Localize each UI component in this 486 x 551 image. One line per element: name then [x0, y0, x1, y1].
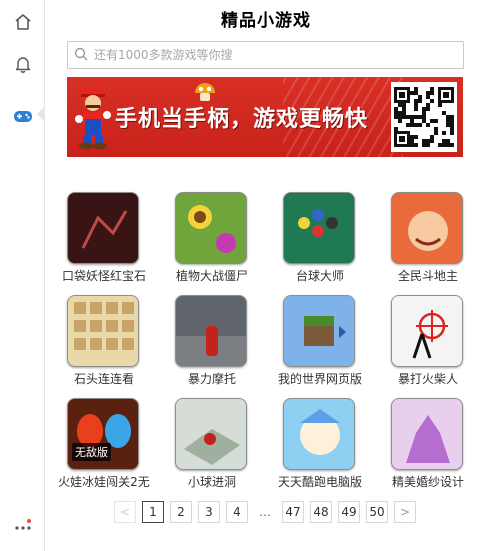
game-icon[interactable]: [175, 192, 247, 264]
main-content: 精品小游戏 手机当: [46, 0, 486, 551]
game-tile[interactable]: 暴力摩托: [154, 293, 264, 393]
game-tile[interactable]: 全民斗地主: [370, 190, 480, 290]
game-tile[interactable]: 精美婚纱设计: [370, 396, 480, 496]
next-page-button[interactable]: >: [394, 501, 416, 523]
bell-icon: [14, 55, 32, 73]
game-icon[interactable]: 无敌版: [67, 398, 139, 470]
promo-banner[interactable]: 手机当手柄，游戏更畅快: [67, 77, 463, 157]
search-icon: [74, 46, 88, 65]
prev-page-button[interactable]: <: [114, 501, 136, 523]
game-icon[interactable]: [67, 192, 139, 264]
page-button-1[interactable]: 1: [142, 501, 164, 523]
banner-text: 手机当手柄，游戏更畅快: [115, 107, 369, 132]
game-tile[interactable]: 植物大战僵尸: [154, 190, 264, 290]
game-icon[interactable]: [175, 295, 247, 367]
game-tile[interactable]: 暴打火柴人: [370, 293, 480, 393]
page-button-4[interactable]: 4: [226, 501, 248, 523]
search-box[interactable]: [67, 41, 464, 69]
game-icon[interactable]: [175, 398, 247, 470]
game-name[interactable]: 火娃冰娃闯关2无: [46, 473, 162, 490]
game-name[interactable]: 植物大战僵尸: [154, 267, 270, 284]
game-icon[interactable]: [283, 398, 355, 470]
game-tile[interactable]: 口袋妖怪红宝石: [46, 190, 156, 290]
game-icon[interactable]: [283, 295, 355, 367]
game-icon[interactable]: [67, 295, 139, 367]
game-name[interactable]: 小球进洞: [154, 473, 270, 490]
notification-dot: [27, 519, 31, 523]
game-name[interactable]: 石头连连看: [46, 370, 162, 387]
game-tile[interactable]: 石头连连看: [46, 293, 156, 393]
game-tile[interactable]: 无敌版 火娃冰娃闯关2无: [46, 396, 156, 496]
game-tile[interactable]: 天天酷跑电脑版: [262, 396, 372, 496]
gamepad-icon: [13, 108, 33, 124]
search-input[interactable]: [94, 48, 454, 62]
game-badge: 无敌版: [72, 443, 111, 461]
game-name[interactable]: 我的世界网页版: [262, 370, 378, 387]
game-icon[interactable]: [283, 192, 355, 264]
sidebar: [0, 0, 45, 551]
more-icon: [14, 525, 32, 531]
qr-code-icon: [391, 82, 457, 152]
page-button-47[interactable]: 47: [282, 501, 304, 523]
page-button-49[interactable]: 49: [338, 501, 360, 523]
home-icon: [14, 13, 32, 31]
game-name[interactable]: 全民斗地主: [370, 267, 486, 284]
game-name[interactable]: 台球大师: [262, 267, 378, 284]
game-name[interactable]: 暴打火柴人: [370, 370, 486, 387]
more-button[interactable]: [0, 508, 45, 548]
game-name[interactable]: 天天酷跑电脑版: [262, 473, 378, 490]
page-button-50[interactable]: 50: [366, 501, 388, 523]
page-button-48[interactable]: 48: [310, 501, 332, 523]
page-title: 精品小游戏: [221, 11, 311, 31]
mario-character-icon: [73, 85, 113, 155]
game-name[interactable]: 暴力摩托: [154, 370, 270, 387]
pagination: <1 2 3 4 … 47 48 49 50 >: [114, 501, 422, 523]
game-icon[interactable]: [391, 192, 463, 264]
game-icon[interactable]: [391, 398, 463, 470]
home-button[interactable]: [0, 2, 45, 42]
game-tile[interactable]: 我的世界网页版: [262, 293, 372, 393]
game-tile[interactable]: 台球大师: [262, 190, 372, 290]
page-button-2[interactable]: 2: [170, 501, 192, 523]
game-name[interactable]: 精美婚纱设计: [370, 473, 486, 490]
pagination-ellipsis: …: [259, 505, 271, 519]
game-name[interactable]: 口袋妖怪红宝石: [46, 267, 162, 284]
notifications-button[interactable]: [0, 44, 45, 84]
page-button-3[interactable]: 3: [198, 501, 220, 523]
game-tile[interactable]: 小球进洞: [154, 396, 264, 496]
active-indicator: [37, 107, 44, 121]
game-icon[interactable]: [391, 295, 463, 367]
